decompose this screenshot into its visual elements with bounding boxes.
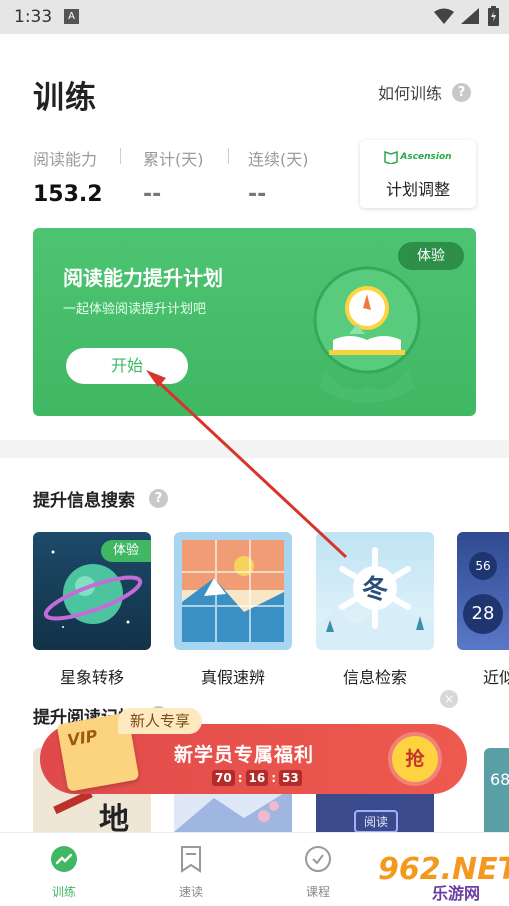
how-to-train-label: 如何训练	[378, 84, 443, 103]
plan-adjust-button[interactable]: Ascension 计划调整	[360, 140, 476, 208]
tile-approx[interactable]: 56 28	[457, 532, 509, 650]
stat-reading-ability: 阅读能力 153.2	[33, 146, 103, 207]
promo-countdown: 70 : 16 : 53	[212, 770, 302, 786]
plan-card-title: 阅读能力提升计划	[63, 266, 223, 290]
stat-label: 连续(天)	[248, 150, 309, 169]
tile-true-false[interactable]	[174, 532, 292, 650]
tile-label: 信息检索	[342, 668, 407, 687]
tab-label: 训练	[51, 885, 76, 899]
site-watermark: 962.NET 乐游网	[372, 852, 509, 903]
tile-star-shift[interactable]: 体验	[33, 532, 151, 650]
book-icon	[384, 150, 399, 164]
status-bar: 1:33 A	[0, 0, 509, 34]
tab-speed-read[interactable]: 速读	[151, 845, 231, 900]
timer-seconds: 53	[279, 770, 302, 786]
ascension-logo: Ascension	[360, 146, 476, 168]
number-bubble: 56	[469, 552, 497, 580]
section-separator	[0, 440, 509, 458]
stat-label: 累计(天)	[143, 150, 204, 169]
book-clock-illustration	[313, 266, 421, 403]
tile-glyph: 冬	[362, 575, 388, 605]
check-circle-icon	[305, 846, 331, 872]
tile-label: 真假速辨	[200, 668, 265, 687]
puzzle-picture-icon	[182, 540, 284, 642]
trend-icon	[51, 846, 77, 872]
snowflake-icon: 冬	[316, 547, 434, 650]
signal-icon	[461, 8, 479, 24]
stat-divider	[120, 148, 121, 164]
stat-divider	[228, 148, 229, 164]
section-title-text: 提升信息搜索	[33, 491, 135, 511]
promo-close-icon[interactable]: ×	[440, 690, 458, 708]
vip-text: VIP	[65, 726, 99, 750]
number-bubble: 28	[463, 594, 503, 634]
stat-value: --	[143, 182, 162, 207]
section-info-search-title: 提升信息搜索 ?	[33, 486, 168, 511]
tab-label: 速读	[178, 885, 203, 899]
notification-a-icon: A	[64, 9, 79, 24]
help-icon[interactable]: ?	[452, 82, 472, 102]
stat-value: --	[248, 182, 267, 207]
page-title: 训练	[33, 80, 97, 116]
plan-card-subtitle: 一起体验阅读提升计划吧	[63, 302, 207, 317]
stat-value: 153.2	[33, 182, 103, 207]
plan-adjust-label: 计划调整	[385, 180, 450, 199]
timer-hours: 70	[212, 770, 235, 786]
help-icon[interactable]: ?	[149, 489, 168, 508]
timer-minutes: 16	[245, 770, 269, 786]
status-time: 1:33	[14, 7, 53, 27]
tile-info-retrieval[interactable]: 冬	[316, 532, 434, 650]
number-text: 68	[490, 770, 509, 789]
wifi-icon	[434, 8, 454, 24]
promo-main-text: 新学员专属福利	[174, 744, 315, 766]
reading-badge: 阅读	[354, 810, 399, 832]
start-button[interactable]: 开始	[66, 348, 188, 384]
bookmark-icon	[181, 846, 201, 873]
tile-label: 近似	[483, 668, 509, 687]
tile-label: 星象转移	[59, 668, 124, 687]
memory-tile-4[interactable]: 68	[484, 748, 509, 832]
stat-streak-days: 连续(天) --	[248, 146, 309, 207]
calligraphy-text: 地	[99, 802, 129, 832]
tab-course[interactable]: 课程	[278, 845, 358, 900]
stat-label: 阅读能力	[33, 150, 98, 169]
how-to-train-link[interactable]: 如何训练 ?	[378, 80, 472, 104]
tab-train[interactable]: 训练	[24, 845, 104, 900]
trial-tag: 体验	[101, 540, 151, 562]
reading-plan-card[interactable]: 阅读能力提升计划 一起体验阅读提升计划吧 开始 体验	[33, 228, 476, 416]
grab-button[interactable]: 抢	[392, 736, 438, 782]
new-user-tag: 新人专享	[118, 708, 203, 734]
stat-total-days: 累计(天) --	[143, 146, 204, 207]
ascension-brand: Ascension	[400, 152, 452, 162]
tab-label: 课程	[305, 885, 330, 899]
battery-icon	[488, 6, 499, 26]
watermark-site: 乐游网	[432, 884, 481, 903]
